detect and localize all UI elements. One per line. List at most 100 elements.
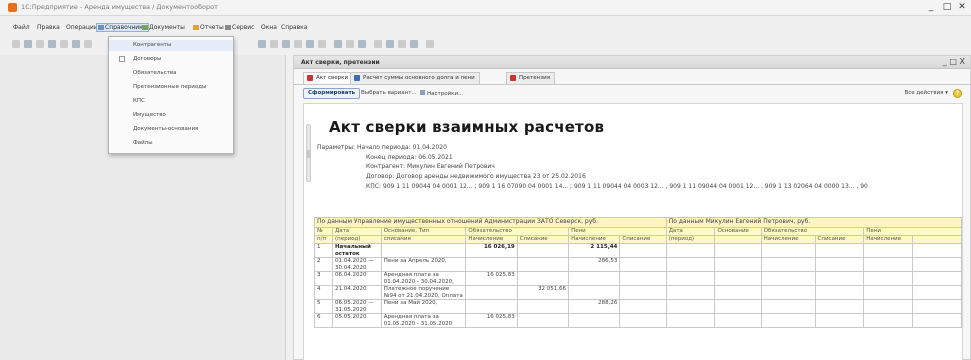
dropdown-item-contracts[interactable]: Договоры bbox=[109, 54, 233, 65]
align-icon[interactable] bbox=[410, 40, 418, 48]
menu-edit[interactable]: Правка bbox=[37, 24, 60, 31]
cell-r bbox=[912, 271, 962, 286]
cell-p-writeoff bbox=[619, 299, 667, 314]
cell-r bbox=[714, 313, 762, 328]
grid-icon[interactable] bbox=[334, 40, 342, 48]
bold-icon[interactable] bbox=[398, 40, 406, 48]
open-icon[interactable] bbox=[24, 40, 32, 48]
service-icon bbox=[225, 25, 231, 30]
catalog-icon bbox=[98, 25, 104, 30]
col-penalty: Пени bbox=[568, 227, 667, 236]
dropdown-item-label: Файлы bbox=[133, 140, 153, 146]
menu-reports[interactable]: Отчеты bbox=[193, 24, 224, 31]
cell-no: 4 bbox=[314, 285, 333, 300]
menu-service-label: Сервис bbox=[232, 24, 255, 31]
save-icon[interactable] bbox=[36, 40, 44, 48]
font-icon[interactable] bbox=[374, 40, 382, 48]
chart-icon[interactable] bbox=[358, 40, 366, 48]
settings-button[interactable]: Настройки... bbox=[420, 90, 463, 97]
generate-button[interactable]: Сформировать bbox=[303, 88, 361, 99]
menu-help[interactable]: Справка bbox=[281, 24, 307, 31]
table-row[interactable]: 6 05.05.2020 Арендная плата за 01.05.202… bbox=[314, 313, 962, 328]
table-icon[interactable] bbox=[346, 40, 354, 48]
back-icon[interactable] bbox=[270, 40, 278, 48]
report-sheet[interactable]: Акт сверки взаимных расчетов Параметры: … bbox=[303, 103, 963, 360]
cell-accrual: 16 025,83 bbox=[465, 313, 518, 328]
pin-icon[interactable] bbox=[426, 40, 434, 48]
menu-windows[interactable]: Окна bbox=[261, 24, 277, 31]
dropdown-item-property[interactable]: Имущество bbox=[109, 110, 233, 121]
forward-icon[interactable] bbox=[282, 40, 290, 48]
cell-r bbox=[714, 285, 762, 300]
slider-knob[interactable] bbox=[307, 150, 310, 158]
cell-p-accrual bbox=[568, 271, 621, 286]
cell-r bbox=[814, 257, 865, 272]
cell-basis: Арендная плата за 01.05.2020 - 31.05.202… bbox=[380, 313, 467, 328]
table-row[interactable]: 2 01.04.2020 — 30.04.2020 Пени за Апрель… bbox=[314, 257, 962, 272]
table-row[interactable]: 5 06.05.2020 — 31.05.2020 Пени за Май 20… bbox=[314, 299, 962, 314]
param-kps: КПС: 909 1 11 09044 04 0001 12... ; 909 … bbox=[366, 183, 868, 190]
dropdown-item-basis-docs[interactable]: Документы-основания bbox=[109, 124, 233, 135]
table-row[interactable]: 3 06.04.2020 Арендная плата за 01.04.202… bbox=[314, 271, 962, 286]
copy-icon[interactable] bbox=[60, 40, 68, 48]
tab-act-sverki[interactable]: Акт сверки bbox=[303, 72, 354, 84]
refresh-icon[interactable] bbox=[294, 40, 302, 48]
calendar-icon[interactable] bbox=[318, 40, 326, 48]
find-icon[interactable] bbox=[258, 40, 266, 48]
print-icon[interactable] bbox=[84, 40, 92, 48]
close-icon[interactable]: ✕ bbox=[955, 1, 969, 13]
claim-icon bbox=[510, 75, 516, 81]
dropdown-item-claim-periods[interactable]: Претензионные периоды bbox=[109, 82, 233, 93]
paste-icon[interactable] bbox=[72, 40, 80, 48]
cell-r bbox=[863, 299, 914, 314]
report-scroll-slider[interactable] bbox=[306, 124, 311, 182]
dropdown-item-files[interactable]: Файлы bbox=[109, 138, 233, 149]
maximize-icon[interactable]: □ bbox=[940, 1, 954, 13]
cell-r bbox=[863, 271, 914, 286]
menubar: Файл Правка Операции Справочники Докумен… bbox=[0, 22, 971, 35]
new-icon[interactable] bbox=[12, 40, 20, 48]
menu-file[interactable]: Файл bbox=[13, 24, 30, 31]
dropdown-item-obligations[interactable]: Обязательства bbox=[109, 68, 233, 79]
report-action-bar: Сформировать Выбрать вариант... Настройк… bbox=[294, 86, 970, 101]
report-window-controls[interactable]: _ □ X bbox=[943, 57, 965, 66]
format-icon[interactable] bbox=[386, 40, 394, 48]
cell-accrual: 16 025,83 bbox=[465, 271, 518, 286]
col-r-date: Дата bbox=[665, 227, 716, 236]
choose-variant-button[interactable]: Выбрать вариант... bbox=[361, 90, 417, 96]
col-r-p-extra bbox=[912, 235, 962, 244]
help-icon[interactable]: ? bbox=[953, 89, 962, 98]
report-window-title: Акт сверки, претензии bbox=[301, 59, 380, 66]
cell-r bbox=[665, 243, 716, 258]
cell-r bbox=[912, 243, 962, 258]
all-actions-menu[interactable]: Все действия ▾ bbox=[904, 90, 948, 96]
dropdown-item-kps[interactable]: КПС bbox=[109, 96, 233, 107]
cell-r bbox=[814, 299, 865, 314]
menu-operations[interactable]: Операции bbox=[66, 24, 98, 31]
col-r-writeoff: Списание bbox=[814, 235, 865, 244]
tab-act-sverki-label: Акт сверки bbox=[316, 75, 349, 81]
tab-claim[interactable]: Претензия bbox=[506, 72, 556, 84]
table-row[interactable]: 4 21.04.2020 Платежное поручение №94 от … bbox=[314, 285, 962, 300]
cell-writeoff bbox=[516, 313, 570, 328]
menu-catalogs[interactable]: Справочники bbox=[96, 23, 149, 32]
cell-r bbox=[863, 243, 914, 258]
col-r-p-accrual: Начисление bbox=[863, 235, 914, 244]
cell-date: 06.04.2020 bbox=[331, 271, 382, 286]
cell-r bbox=[714, 271, 762, 286]
cell-r bbox=[665, 313, 716, 328]
menu-documents[interactable]: Документы bbox=[142, 24, 185, 31]
col-r-basis2 bbox=[714, 235, 762, 244]
contracts-icon bbox=[119, 56, 125, 62]
calculator-icon[interactable] bbox=[306, 40, 314, 48]
cell-writeoff bbox=[516, 299, 570, 314]
cell-date: 05.05.2020 bbox=[331, 313, 382, 328]
menu-service[interactable]: Сервис bbox=[225, 24, 254, 31]
table-row[interactable]: 1 Начальный остаток 16 026,19 2 115,44 bbox=[314, 243, 962, 258]
cell-r bbox=[863, 257, 914, 272]
dropdown-item-counterparties[interactable]: Контрагенты bbox=[109, 40, 233, 51]
tab-debt-calc[interactable]: Расчет суммы основного долга и пени bbox=[350, 72, 480, 84]
group-header-row: По данным Управление имущественных отнош… bbox=[314, 217, 962, 228]
minimize-icon[interactable]: _ bbox=[924, 1, 938, 13]
cut-icon[interactable] bbox=[48, 40, 56, 48]
